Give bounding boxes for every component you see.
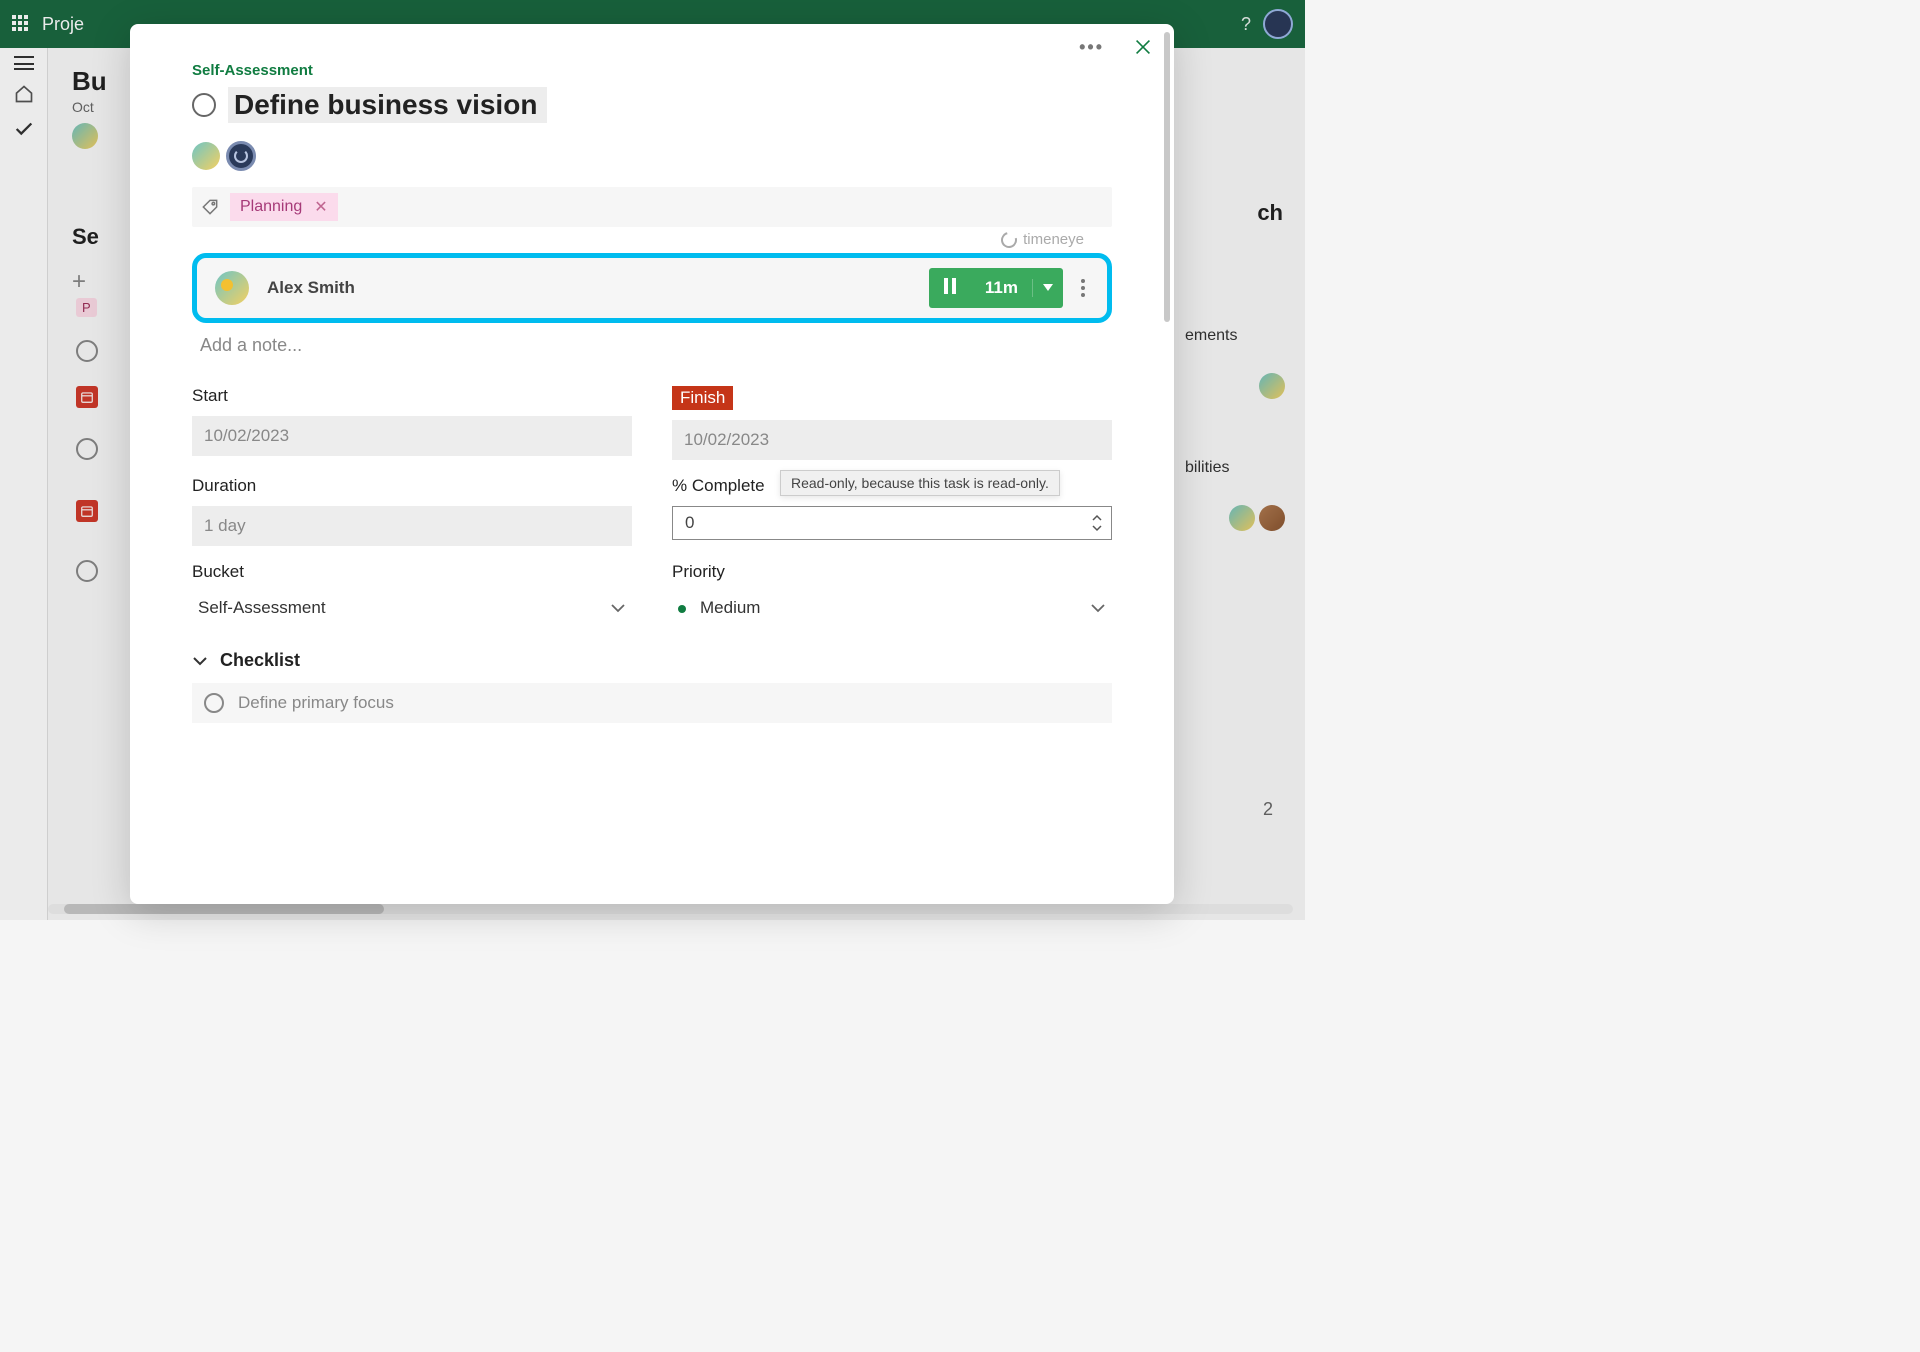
bucket-label: Bucket [192, 562, 632, 582]
assignee-avatar[interactable] [226, 141, 256, 171]
more-options-icon[interactable]: ••• [1079, 37, 1104, 58]
timer-duration: 11m [971, 278, 1032, 298]
priority-value: Medium [700, 598, 760, 617]
assignees-row[interactable] [192, 141, 1112, 171]
timer-brand: timeneye [1001, 231, 1084, 248]
assignee-avatar[interactable] [192, 142, 220, 170]
modal-overlay: ••• Self-Assessment Define business visi… [0, 0, 1305, 920]
finish-date-input[interactable] [672, 420, 1112, 460]
tag-pill[interactable]: Planning ✕ [230, 193, 338, 221]
priority-indicator-icon [678, 605, 686, 613]
task-title-input[interactable]: Define business vision [228, 87, 547, 123]
readonly-tooltip: Read-only, because this task is read-onl… [780, 470, 1060, 496]
chevron-down-icon [1090, 602, 1106, 614]
chevron-down-icon [192, 655, 208, 667]
timer-more-icon[interactable] [1077, 275, 1089, 301]
pause-icon[interactable] [929, 278, 971, 299]
checklist-item[interactable]: Define primary focus [192, 683, 1112, 723]
chevron-down-icon [610, 602, 626, 614]
checklist-title: Checklist [220, 650, 300, 671]
checklist-item-checkbox[interactable] [204, 693, 224, 713]
bucket-dropdown[interactable]: Self-Assessment [192, 590, 632, 626]
remove-tag-icon[interactable]: ✕ [314, 197, 327, 217]
start-label: Start [192, 386, 632, 406]
finish-label: Finish [672, 386, 733, 410]
priority-dropdown[interactable]: Medium [672, 590, 1112, 626]
duration-label: Duration [192, 476, 632, 496]
stepper-up-icon[interactable] [1091, 513, 1103, 523]
percent-complete-input[interactable]: 0 [672, 506, 1112, 540]
timer-control[interactable]: 11m [929, 268, 1063, 308]
checklist-header[interactable]: Checklist [192, 650, 1112, 671]
timer-brand-label: timeneye [1023, 231, 1084, 248]
breadcrumb[interactable]: Self-Assessment [192, 62, 1112, 79]
close-icon[interactable] [1132, 36, 1154, 58]
checklist-item-text[interactable]: Define primary focus [238, 693, 394, 713]
note-input[interactable]: Add a note... [200, 335, 1112, 356]
timer-row: Alex Smith 11m [192, 253, 1112, 323]
complete-task-checkbox[interactable] [192, 93, 216, 117]
timer-user-avatar [215, 271, 249, 305]
tag-label: Planning [240, 198, 302, 216]
bucket-value: Self-Assessment [198, 598, 326, 618]
stepper-down-icon[interactable] [1091, 523, 1103, 533]
tags-row[interactable]: Planning ✕ [192, 187, 1112, 227]
duration-input[interactable] [192, 506, 632, 546]
priority-label: Priority [672, 562, 1112, 582]
task-modal: ••• Self-Assessment Define business visi… [130, 24, 1174, 904]
modal-scrollbar[interactable] [1164, 32, 1170, 322]
start-date-input[interactable] [192, 416, 632, 456]
timer-user-name: Alex Smith [267, 278, 929, 298]
percent-value: 0 [685, 513, 694, 533]
tag-icon [200, 197, 220, 217]
timer-dropdown-icon[interactable] [1032, 279, 1063, 297]
timeneye-icon [998, 229, 1020, 251]
